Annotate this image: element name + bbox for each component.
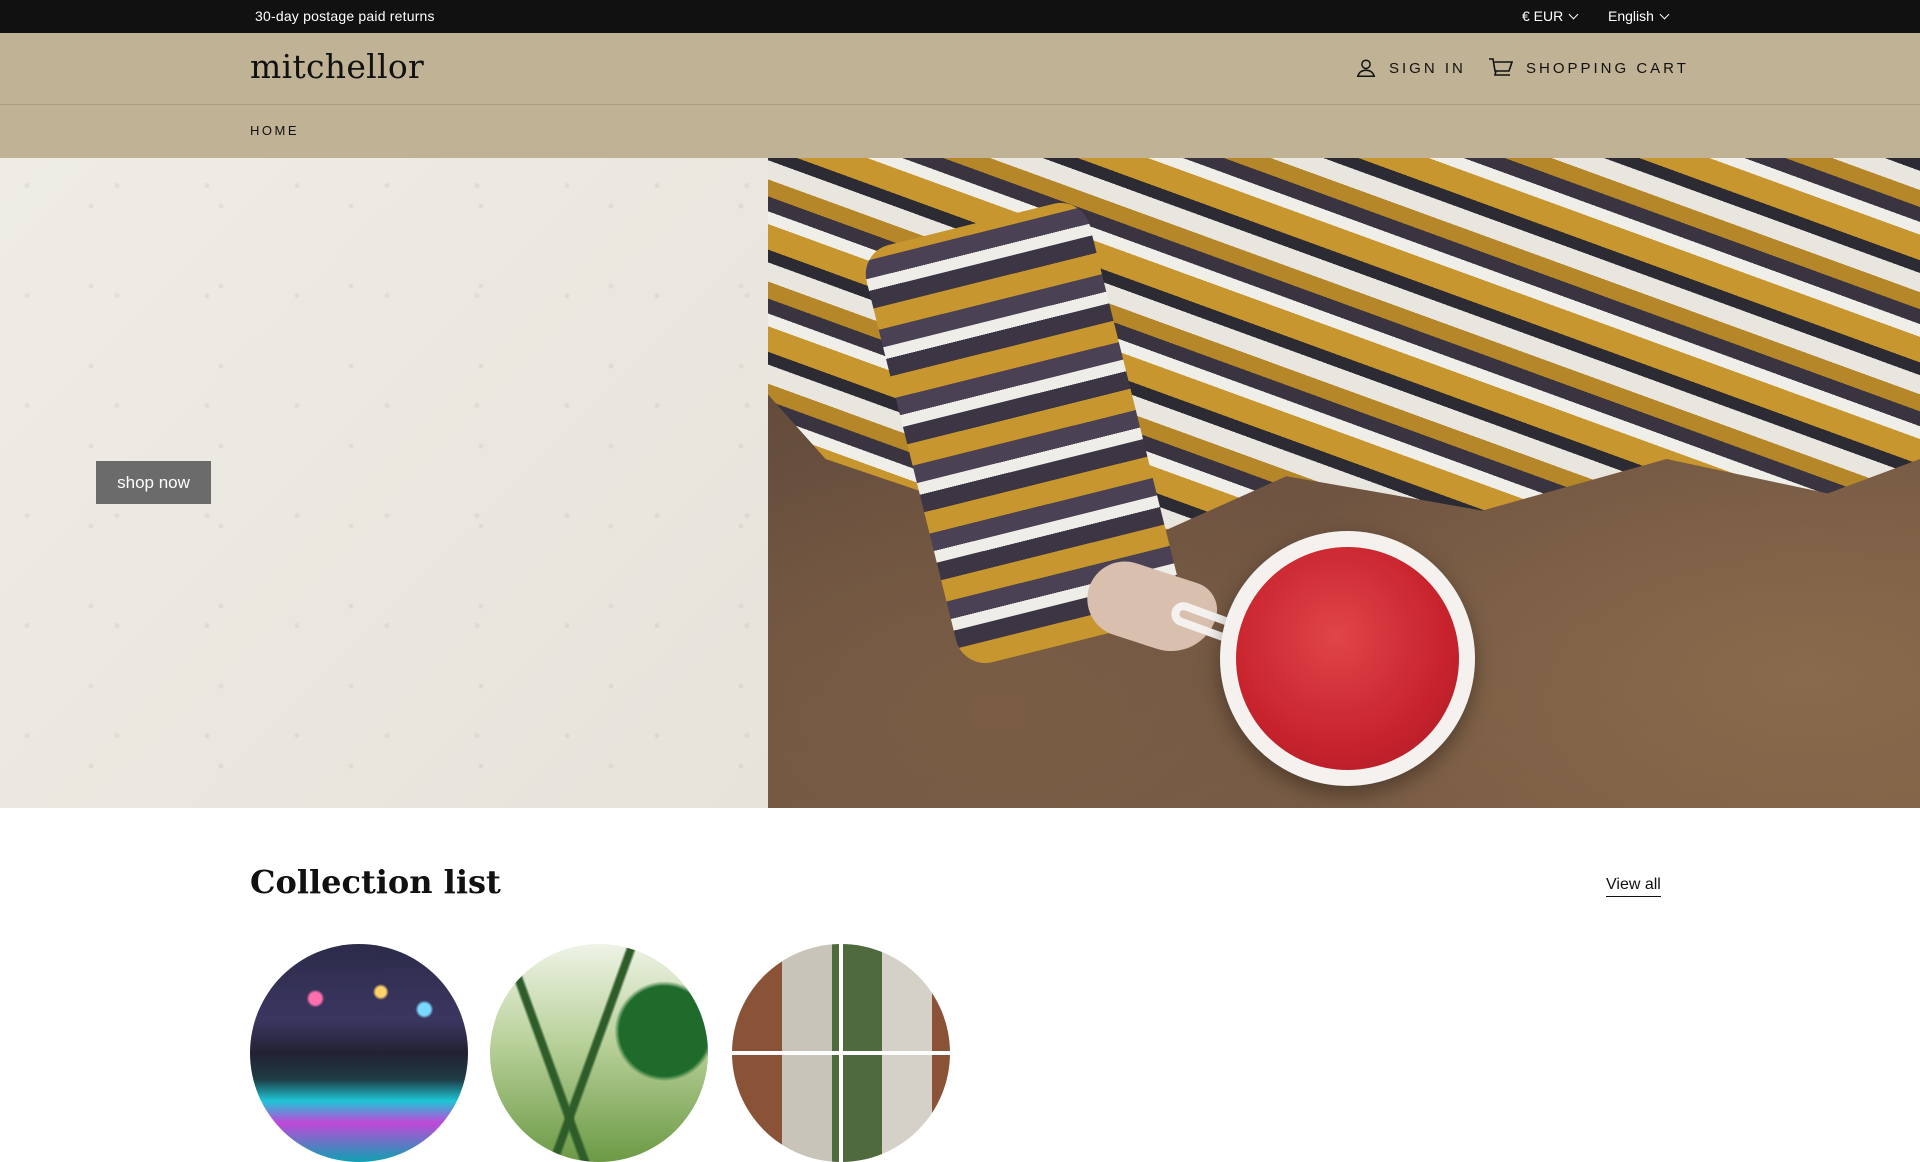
currency-label: € EUR — [1522, 8, 1564, 24]
main-navigation: HOME — [0, 105, 1920, 158]
shop-now-button[interactable]: shop now — [96, 461, 211, 504]
collection-item-led-solar-lights[interactable] — [250, 944, 468, 1162]
hero-text-panel: shop now — [0, 158, 768, 808]
language-label: English — [1608, 8, 1654, 24]
tea-cup-image-part — [1220, 531, 1475, 786]
announcement-bar: 30-day postage paid returns € EUR Englis… — [0, 0, 1920, 33]
cart-icon — [1489, 58, 1514, 76]
collection-list-section: Collection list View all — [0, 808, 1920, 1162]
site-logo[interactable]: mitchellor — [250, 47, 424, 86]
site-header: mitchellor SIGN IN SHOPPING CART — [0, 33, 1920, 105]
nav-item-home[interactable]: HOME — [250, 123, 299, 138]
announcement-message: 30-day postage paid returns — [255, 8, 435, 24]
chevron-down-icon — [1568, 9, 1579, 19]
view-all-link[interactable]: View all — [1606, 876, 1661, 897]
collection-item-interior-collage[interactable] — [732, 944, 950, 1162]
shopping-cart-link[interactable]: SHOPPING CART — [1488, 57, 1689, 79]
chevron-down-icon — [1659, 9, 1670, 19]
language-selector[interactable]: English — [1608, 8, 1670, 24]
shopping-cart-label: SHOPPING CART — [1526, 59, 1689, 77]
collection-list-title: Collection list — [250, 863, 501, 901]
collection-item-garden-trellis[interactable] — [490, 944, 708, 1162]
hero-banner: shop now — [0, 158, 1920, 808]
sign-in-link[interactable]: SIGN IN — [1355, 57, 1466, 79]
currency-selector[interactable]: € EUR — [1522, 8, 1579, 24]
hero-image — [768, 158, 1920, 808]
user-icon — [1356, 59, 1376, 77]
sign-in-label: SIGN IN — [1389, 59, 1466, 77]
